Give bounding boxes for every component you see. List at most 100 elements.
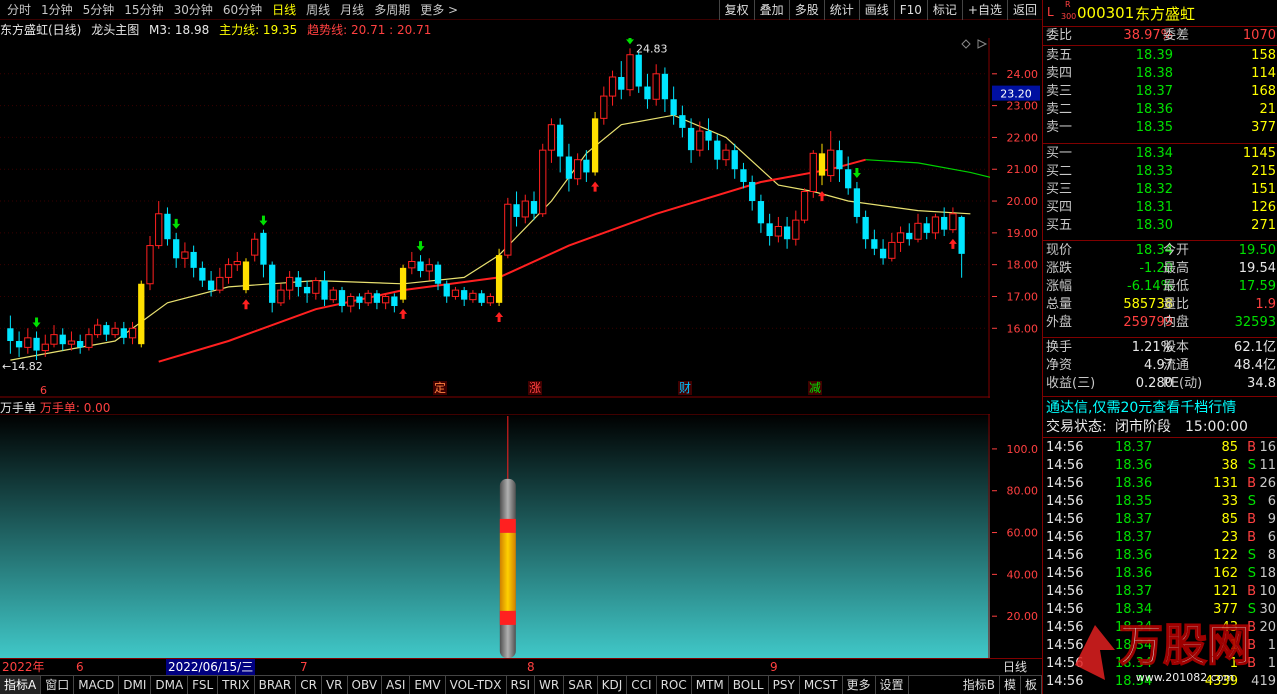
tool-button-6[interactable]: 标记 (926, 0, 962, 20)
period-tab-2[interactable]: 5分钟 (78, 2, 120, 18)
period-tab-5[interactable]: 60分钟 (218, 2, 267, 18)
candle-body (50, 334, 58, 345)
indicator-tab-5[interactable]: FSL (188, 676, 219, 694)
indicator-tab-7[interactable]: BRAR (255, 676, 297, 694)
period-tab-10[interactable]: 更多 > (415, 2, 463, 18)
indicator-tab-1[interactable]: 窗口 (41, 676, 75, 694)
tool-button-3[interactable]: 统计 (823, 0, 859, 20)
tool-button-8[interactable]: 返回 (1006, 0, 1042, 20)
indicator-tab-25[interactable]: 设置 (876, 676, 909, 694)
indicator-tab-11[interactable]: ASI (382, 676, 411, 694)
period-tab-4[interactable]: 30分钟 (169, 2, 218, 18)
indicator-tab-9[interactable]: VR (322, 676, 348, 694)
watermark-text: 万股网 (1119, 620, 1251, 671)
indicator-tab-8[interactable]: CR (296, 676, 322, 694)
indicator-tab-18[interactable]: CCI (627, 676, 657, 694)
ad-link[interactable]: 通达信,仅需20元查看千档行情 (1046, 399, 1236, 417)
date-period-label: 日线 (1003, 660, 1028, 674)
template-label[interactable]: 龙头主图 (91, 23, 139, 37)
tick-time: 14:56 (1046, 530, 1084, 545)
tick-time: 14:56 (1046, 458, 1084, 473)
candle-body (33, 337, 40, 351)
tool-button-5[interactable]: F10 (893, 0, 927, 20)
candle-body (277, 289, 285, 304)
tool-button-7[interactable]: +自选 (961, 0, 1007, 20)
indicator-tab-right-2[interactable]: 板 (1021, 676, 1042, 694)
bid-volume: 126 (1251, 200, 1276, 215)
tick-row-8: 14:56 18.37 121 B 10 (1043, 583, 1277, 601)
weibi-row: 委比 38.97% 委差 1070 (1043, 27, 1277, 45)
period-tab-0[interactable]: 分时 (2, 2, 36, 18)
indicator-tab-15[interactable]: WR (535, 676, 565, 694)
period-tab-9[interactable]: 多周期 (369, 2, 415, 18)
indicator-tab-17[interactable]: KDJ (598, 676, 628, 694)
indicator-tab-14[interactable]: RSI (507, 676, 536, 694)
buy-arrow-icon (242, 299, 250, 310)
stat-row-1: 涨跌 -1.20 最高 19.54 (1043, 260, 1277, 278)
candle-body (583, 159, 590, 173)
indicator-tab-19[interactable]: ROC (657, 676, 692, 694)
indicator-tab-10[interactable]: OBV (348, 676, 383, 694)
candle-body (381, 295, 390, 304)
ask-row-0: 卖五 18.39 158 (1043, 47, 1277, 65)
tick-row-6: 14:56 18.36 122 S 8 (1043, 547, 1277, 565)
indicator-tab-right-1[interactable]: 模 (1000, 676, 1021, 694)
indicator-tab-23[interactable]: MCST (800, 676, 843, 694)
ask-label: 卖四 (1046, 66, 1073, 81)
stat-row-4: 外盘 259799 内盘 32593 (1043, 314, 1277, 332)
indicator-tab-24[interactable]: 更多 (843, 676, 876, 694)
candle-body (207, 280, 215, 291)
candle-body (373, 293, 381, 303)
event-label-2[interactable]: 财 (679, 381, 691, 395)
period-tab-1[interactable]: 1分钟 (36, 2, 78, 18)
bid-volume: 1145 (1242, 146, 1276, 161)
event-label-3[interactable]: 减 (809, 381, 821, 395)
candle-body (757, 201, 765, 224)
price-tick-label-0: 24.00 (1007, 68, 1039, 81)
indicator-tab-21[interactable]: BOLL (729, 676, 769, 694)
candle-body (888, 241, 896, 259)
tool-button-2[interactable]: 多股 (788, 0, 824, 20)
candle-body (77, 341, 84, 348)
stock-name: 东方盛虹 (1135, 5, 1196, 23)
indicator-name[interactable]: 万手单 (0, 401, 36, 415)
candle-body (714, 140, 721, 160)
candle-body (233, 260, 241, 266)
bid-row-3: 买四 18.31 126 (1043, 199, 1277, 217)
kline-chart[interactable]: 24.83 ←14.82 定 涨 财 减 6 (0, 38, 990, 398)
indicator-tab-22[interactable]: PSY (769, 676, 800, 694)
watermark-logo: 万股网 www.201082.com (1065, 605, 1275, 690)
indicator-tab-6[interactable]: TRIX (218, 676, 255, 694)
candle-body (103, 325, 110, 335)
indicator-tab-3[interactable]: DMI (119, 676, 152, 694)
indicator-tab-0[interactable]: 指标A (0, 676, 42, 694)
indicator-tab-12[interactable]: EMV (410, 676, 446, 694)
indicator-tab-2[interactable]: MACD (74, 676, 120, 694)
event-label-1[interactable]: 涨 (529, 380, 541, 395)
period-tab-6[interactable]: 日线 (267, 2, 301, 18)
diamond-icon[interactable] (961, 39, 971, 49)
tool-button-0[interactable]: 复权 (718, 0, 754, 20)
tick-count: 10 (1259, 584, 1276, 599)
indicator-tab-4[interactable]: DMA (151, 676, 189, 694)
period-tab-8[interactable]: 月线 (335, 2, 369, 18)
event-label-0[interactable]: 定 (434, 380, 446, 395)
stat-value-2: 1.9 (1255, 297, 1276, 312)
indicator-tab-right-0[interactable]: 指标B (959, 676, 1000, 694)
tool-button-4[interactable]: 画线 (858, 0, 894, 20)
indicator-tab-20[interactable]: MTM (692, 676, 729, 694)
candle-body (443, 283, 450, 297)
tick-row-7: 14:56 18.36 162 S 18 (1043, 565, 1277, 583)
stat2-label: 净资 (1046, 358, 1073, 373)
indicator-tab-13[interactable]: VOL-TDX (446, 676, 507, 694)
period-tab-3[interactable]: 15分钟 (119, 2, 168, 18)
period-tabs: 分时 1分钟 5分钟 15分钟 30分钟 60分钟 日线 周线 月线 多周期 更多 > (2, 2, 463, 18)
candle-body (766, 223, 773, 237)
period-tab-7[interactable]: 周线 (301, 2, 335, 18)
ask-row-2: 卖三 18.37 168 (1043, 83, 1277, 101)
price-tick-label-3: 21.00 (1007, 163, 1039, 176)
indicator-tab-16[interactable]: SAR (564, 676, 598, 694)
play-icon[interactable] (977, 39, 988, 49)
tool-button-1[interactable]: 叠加 (753, 0, 789, 20)
indicator-chart[interactable] (0, 414, 990, 658)
